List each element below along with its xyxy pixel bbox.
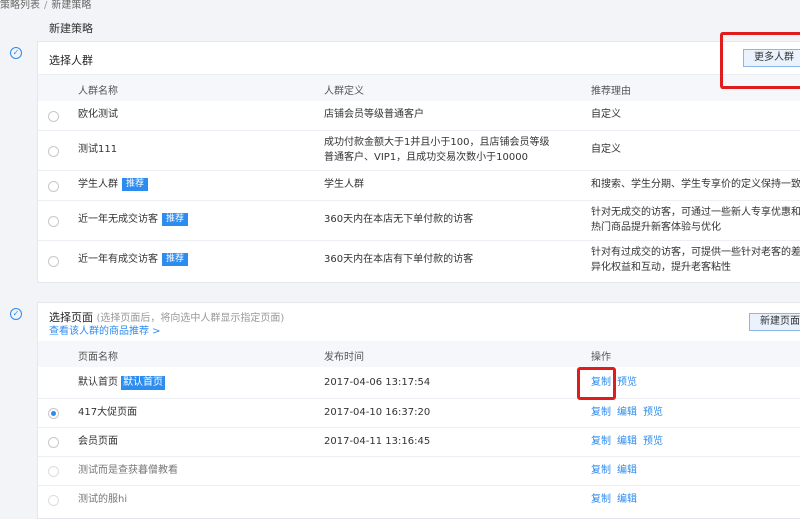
radio-icon[interactable]	[48, 408, 59, 419]
table-row[interactable]: 近一年有成交访客 推荐 360天内在本店有下单付款的访客 针对有过成交的访客，可提…	[38, 241, 800, 280]
crowd-name: 测试111	[78, 144, 118, 155]
edit-link[interactable]: 编辑	[617, 494, 637, 505]
highlight-box-copy	[577, 367, 616, 400]
crowd-reason: 自定义	[591, 144, 621, 155]
page-name: 默认首页 默认首页	[78, 375, 165, 390]
crowd-definition: 成功付款金额大于1并且小于100，且店铺会员等级普通客户、VIP1，且成功交易次…	[324, 137, 550, 163]
page-name: 会员页面	[78, 436, 118, 447]
crowd-table-header: 人群名称 人群定义 推荐理由	[38, 75, 800, 101]
table-row[interactable]: 测试而是查获暮僧教看 复制 编辑	[38, 457, 800, 486]
check-circle-icon: ✓	[10, 308, 22, 320]
crowd-name: 欧化测试	[78, 109, 118, 120]
recommend-badge: 推荐	[122, 177, 149, 191]
crowd-name-text: 学生人群	[78, 179, 118, 190]
column-header: 发布时间	[324, 352, 364, 363]
page-title: 新建策略	[49, 22, 93, 35]
page-name: 417大促页面	[78, 407, 138, 418]
column-header: 页面名称	[78, 352, 118, 363]
publish-time: 2017-04-11 13:16:45	[324, 436, 431, 447]
crowd-panel-title: 选择人群	[49, 54, 93, 67]
default-home-badge: 默认首页	[121, 376, 165, 390]
radio-icon[interactable]	[48, 256, 59, 267]
page-panel: 选择页面 (选择页面后，将向选中人群显示指定页面) 查看该人群的商品推荐 > 新…	[37, 302, 800, 519]
column-header: 推荐理由	[591, 86, 631, 97]
radio-icon	[48, 466, 59, 477]
highlight-box-more-crowds	[720, 32, 800, 89]
radio-icon[interactable]	[48, 437, 59, 448]
column-header: 操作	[591, 352, 611, 363]
table-row[interactable]: 默认首页 默认首页 2017-04-06 13:17:54 复制 预览	[38, 367, 800, 399]
new-page-button[interactable]: 新建页面	[749, 313, 800, 331]
crowd-reason: 和搜索、学生分期、学生专享价的定义保持一致	[591, 179, 800, 190]
copy-link[interactable]: 复制	[591, 407, 611, 418]
radio-icon[interactable]	[48, 146, 59, 157]
publish-time: 2017-04-10 16:37:20	[324, 407, 431, 418]
radio-icon[interactable]	[48, 181, 59, 192]
publish-time: 2017-04-06 13:17:54	[324, 377, 431, 388]
row-operations: 复制 编辑	[591, 463, 643, 478]
breadcrumb-parent[interactable]: 策略列表	[0, 0, 40, 11]
table-row[interactable]: 测试的服hi 复制 编辑	[38, 486, 800, 514]
preview-link[interactable]: 预览	[617, 377, 637, 388]
crowd-name: 近一年无成交访客 推荐	[78, 212, 189, 227]
column-header: 人群名称	[78, 86, 118, 97]
check-circle-icon: ✓	[10, 47, 22, 59]
table-row[interactable]: 欧化测试 店铺会员等级普通客户 自定义	[38, 101, 800, 131]
table-row[interactable]: 会员页面 2017-04-11 13:16:45 复制 编辑 预览	[38, 428, 800, 457]
page-name-text: 默认首页	[78, 377, 118, 388]
table-row[interactable]: 学生人群 推荐 学生人群 和搜索、学生分期、学生专享价的定义保持一致	[38, 171, 800, 201]
radio-icon	[48, 495, 59, 506]
breadcrumb-current: 新建策略	[51, 0, 92, 11]
crowd-panel-header: 选择人群 更多人群	[38, 42, 800, 75]
crowd-panel: 选择人群 更多人群 人群名称 人群定义 推荐理由 欧化测试 店铺会员等级普通客户…	[37, 41, 800, 283]
view-recommendations-link[interactable]: 查看该人群的商品推荐 >	[49, 322, 161, 337]
crowd-name-text: 近一年无成交访客	[78, 214, 158, 225]
page-name: 测试而是查获暮僧教看	[78, 465, 178, 476]
row-operations: 复制 编辑	[591, 492, 643, 507]
page-panel-header: 选择页面 (选择页面后，将向选中人群显示指定页面) 查看该人群的商品推荐 > 新…	[38, 303, 800, 341]
copy-link[interactable]: 复制	[591, 436, 611, 447]
edit-link[interactable]: 编辑	[617, 465, 637, 476]
row-operations: 复制 编辑 预览	[591, 405, 669, 420]
crowd-name: 近一年有成交访客 推荐	[78, 252, 189, 267]
radio-icon[interactable]	[48, 216, 59, 227]
crowd-reason: 针对有过成交的访客，可提供一些针对老客的差异化权益和互动，提升老客粘性	[591, 247, 800, 273]
crowd-reason: 针对无成交的访客，可通过一些新人专享优惠和热门商品提升新客体验与优化	[591, 207, 800, 233]
edit-link[interactable]: 编辑	[617, 407, 637, 418]
crowd-name-text: 近一年有成交访客	[78, 254, 158, 265]
edit-link[interactable]: 编辑	[617, 436, 637, 447]
crowd-reason: 自定义	[591, 109, 621, 120]
row-operations: 复制 编辑 预览	[591, 434, 669, 449]
table-row[interactable]: 417大促页面 2017-04-10 16:37:20 复制 编辑 预览	[38, 399, 800, 428]
recommend-badge: 推荐	[162, 252, 189, 266]
crowd-definition: 360天内在本店有下单付款的访客	[324, 254, 474, 265]
crowd-definition: 店铺会员等级普通客户	[324, 109, 424, 120]
table-row[interactable]: 测试111 成功付款金额大于1并且小于100，且店铺会员等级普通客户、VIP1，…	[38, 131, 800, 171]
breadcrumb-separator: /	[44, 0, 48, 11]
radio-icon[interactable]	[48, 111, 59, 122]
page-name: 测试的服hi	[78, 494, 128, 505]
table-row[interactable]: 近一年无成交访客 推荐 360天内在本店无下单付款的访客 针对无成交的访客，可通过…	[38, 201, 800, 241]
crowd-definition: 360天内在本店无下单付款的访客	[324, 214, 474, 225]
recommend-badge: 推荐	[162, 212, 189, 226]
preview-link[interactable]: 预览	[643, 436, 663, 447]
crowd-name: 学生人群 推荐	[78, 177, 149, 192]
copy-link[interactable]: 复制	[591, 465, 611, 476]
crowd-definition: 学生人群	[324, 179, 364, 190]
column-header: 人群定义	[324, 86, 364, 97]
page-table-header: 页面名称 发布时间 操作	[38, 341, 800, 367]
preview-link[interactable]: 预览	[643, 407, 663, 418]
copy-link[interactable]: 复制	[591, 494, 611, 505]
breadcrumb: 策略列表 / 新建策略	[0, 0, 92, 11]
